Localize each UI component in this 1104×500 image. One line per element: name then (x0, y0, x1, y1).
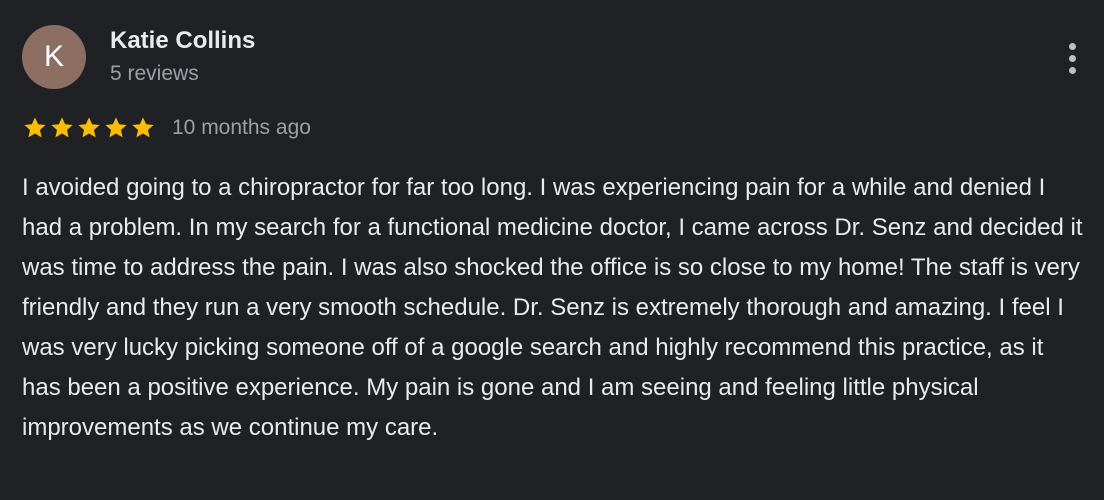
more-options-button[interactable] (1052, 36, 1092, 80)
avatar[interactable]: K (22, 25, 86, 89)
star-icon (105, 117, 127, 138)
review-date: 10 months ago (172, 116, 311, 139)
more-vert-icon-dot (1068, 54, 1076, 62)
more-vert-icon (1068, 42, 1076, 50)
avatar-initial: K (43, 40, 64, 73)
review-text: I avoided going to a chiropractor for fa… (22, 174, 1083, 441)
star-icon (78, 117, 100, 138)
star-icon (132, 117, 154, 138)
review-card: K Katie Collins 5 reviews 10 months ago … (0, 0, 1104, 500)
rating-row: 10 months ago (22, 113, 311, 143)
reviewer-name[interactable]: Katie Collins (110, 26, 255, 56)
star-icon (24, 117, 46, 138)
star-icon (51, 117, 73, 138)
reviewer-review-count: 5 reviews (110, 62, 199, 85)
star-rating (22, 115, 156, 141)
more-vert-icon-dot (1068, 66, 1076, 74)
